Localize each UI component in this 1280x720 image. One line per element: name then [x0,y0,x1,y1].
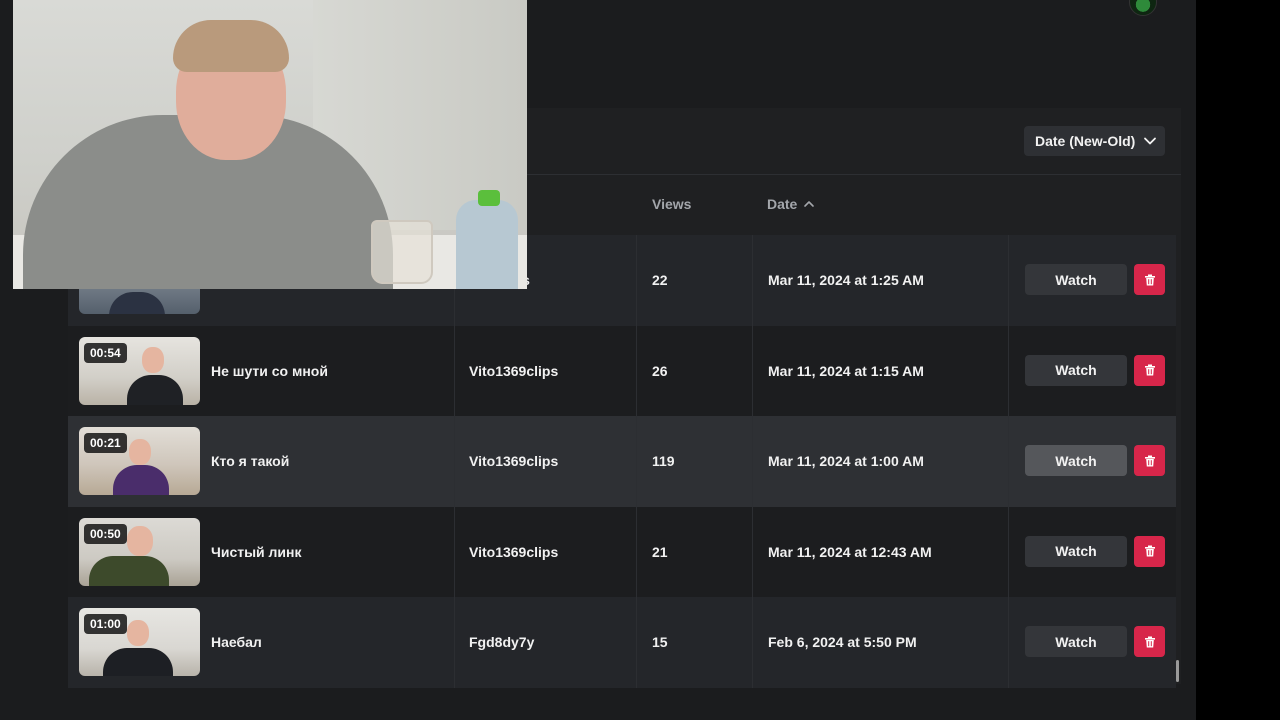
chevron-down-icon [1144,137,1157,145]
clip-date: Mar 11, 2024 at 1:00 AM [768,453,924,469]
clip-thumbnail[interactable]: 00:21 [79,427,200,495]
clip-date: Mar 11, 2024 at 1:15 AM [768,362,924,379]
column-divider [454,506,455,597]
clip-title[interactable]: Не шути со мной [211,326,328,416]
column-divider [1008,597,1009,688]
table-row[interactable]: 00:21 Кто я такой Vito1369clips 119 Mar … [68,416,1176,507]
clip-date: Mar 11, 2024 at 12:43 AM [768,543,932,560]
watch-button[interactable]: Watch [1025,445,1127,476]
watch-button[interactable]: Watch [1025,354,1127,386]
delete-button[interactable] [1134,264,1165,295]
column-divider [1008,416,1009,507]
webcam-overlay [13,0,527,289]
clip-title[interactable]: Чистый линк [211,507,302,597]
table-row[interactable]: 00:54 Не шути со мной Vito1369clips 26 M… [68,325,1176,416]
column-divider [454,325,455,416]
clip-views: 15 [652,634,668,650]
column-divider [752,235,753,326]
user-avatar[interactable] [1129,0,1157,16]
clip-thumbnail[interactable]: 00:54 [79,336,200,405]
delete-button[interactable] [1134,626,1165,657]
clip-title[interactable]: Наебал [211,597,262,687]
column-header-date[interactable]: Date [767,196,815,212]
column-divider [1008,506,1009,597]
clip-thumbnail[interactable]: 00:50 [79,517,200,586]
column-divider [752,597,753,688]
webcam-bottle [456,200,518,289]
sort-dropdown-label: Date (New-Old) [1035,133,1136,149]
clip-views: 22 [652,272,668,288]
column-divider [636,597,637,688]
clip-date: Feb 6, 2024 at 5:50 PM [768,634,917,650]
trash-icon [1144,364,1155,376]
column-divider [1008,235,1009,326]
clip-author: Vito1369clips [469,362,559,379]
trash-icon [1144,455,1155,466]
clip-author: Vito1369clips [469,543,559,560]
column-divider [1008,325,1009,416]
column-divider [636,235,637,326]
clip-author: Vito1369clips [469,453,559,469]
clip-views: 21 [652,543,668,560]
clip-views: 26 [652,362,668,379]
screen-edge [1196,0,1280,720]
clip-views: 119 [652,453,675,469]
watch-button[interactable]: Watch [1025,264,1127,295]
sort-dropdown[interactable]: Date (New-Old) [1024,126,1165,156]
column-divider [636,325,637,416]
table-row[interactable]: 01:00 Наебал Fgd8dy7y 15 Feb 6, 2024 at … [68,597,1176,688]
clip-author: Fgd8dy7y [469,634,535,650]
clips-table: clips 22 Mar 11, 2024 at 1:25 AM Watch [68,235,1176,688]
chevron-up-icon [804,201,815,207]
trash-icon [1144,636,1155,647]
clip-duration: 00:50 [84,523,127,544]
clip-title[interactable]: Кто я такой [211,416,289,506]
column-divider [636,506,637,597]
watch-button[interactable]: Watch [1025,535,1127,567]
column-divider [752,416,753,507]
column-divider [752,506,753,597]
delete-button[interactable] [1134,354,1165,386]
table-row[interactable]: 00:50 Чистый линк Vito1369clips 21 Mar 1… [68,506,1176,597]
webcam-glass [371,220,433,284]
delete-button[interactable] [1134,445,1165,476]
scrollbar-thumb[interactable] [1176,660,1179,682]
delete-button[interactable] [1134,535,1165,567]
column-header-views[interactable]: Views [652,196,691,212]
clip-duration: 00:54 [84,342,127,363]
clip-duration: 01:00 [84,614,127,634]
clip-duration: 00:21 [84,433,127,453]
watch-button[interactable]: Watch [1025,626,1127,657]
column-divider [752,325,753,416]
trash-icon [1144,274,1155,285]
clip-thumbnail[interactable]: 01:00 [79,608,200,676]
column-divider [454,597,455,688]
column-divider [454,416,455,507]
clip-date: Mar 11, 2024 at 1:25 AM [768,272,924,288]
trash-icon [1144,545,1155,557]
column-divider [636,416,637,507]
